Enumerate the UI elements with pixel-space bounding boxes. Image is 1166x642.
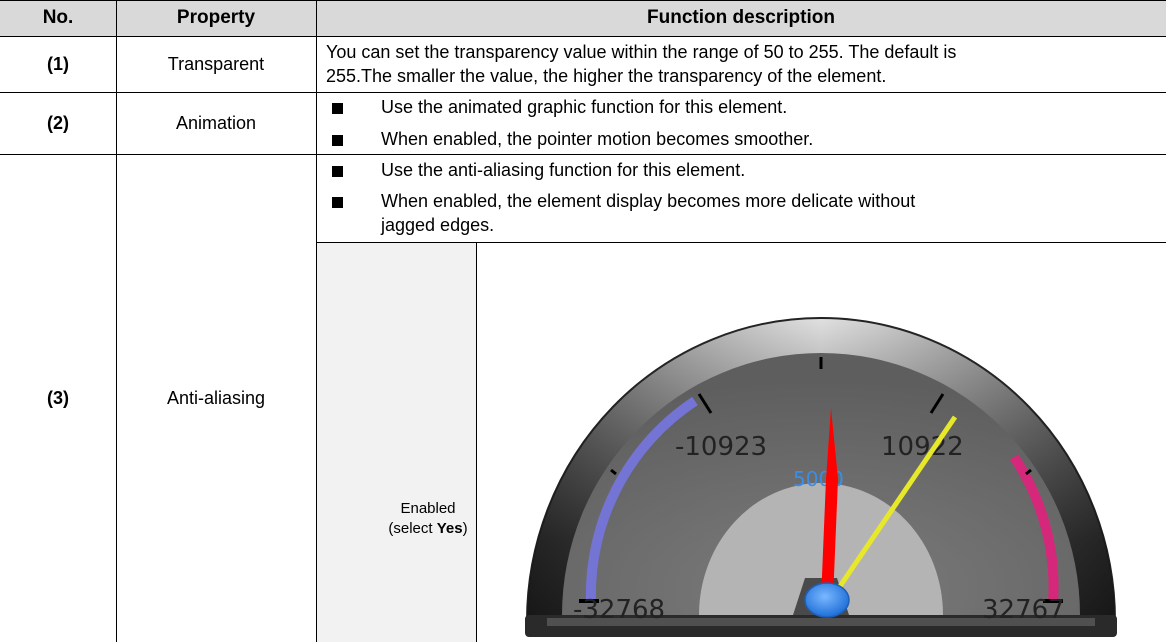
gauge-label-min: -32768 xyxy=(573,595,665,625)
row2-property: Animation xyxy=(175,112,257,133)
sample-label-bold: Yes xyxy=(436,520,463,537)
row2-bullet-2: When enabled, the pointer motion becomes… xyxy=(381,129,814,149)
row1-property: Transparent xyxy=(167,53,265,74)
row3-bullet-2: When enabled, the element display become… xyxy=(381,191,916,211)
header-no: No. xyxy=(0,0,116,36)
sample-label-prefix: (select xyxy=(388,520,437,537)
row1-no: (1) xyxy=(47,53,69,74)
bullet-marker xyxy=(332,103,343,114)
table-border xyxy=(316,242,1166,243)
header-property: Property xyxy=(116,0,316,36)
gauge-label-max: 32767 xyxy=(982,595,1065,625)
row1-description-line2: 255.The smaller the value, the higher th… xyxy=(326,66,887,86)
row1-description: You can set the transparency value withi… xyxy=(326,40,1156,90)
sample-label-line1: Enabled xyxy=(400,500,456,517)
table-border xyxy=(0,36,1166,37)
property-table: No. Property Function description (1) Tr… xyxy=(0,0,1166,642)
sample-label-line2: (select Yes) xyxy=(380,519,476,539)
table-border xyxy=(0,154,1166,155)
gauge-label-left: -10923 xyxy=(675,432,767,462)
table-border xyxy=(0,92,1166,93)
gauge-image: -32768 -10923 10922 32767 5000 xyxy=(525,317,1117,637)
bullet-marker xyxy=(332,197,343,208)
row2-no: (2) xyxy=(47,112,69,133)
row3-property: Anti-aliasing xyxy=(166,387,266,408)
gauge-label-right: 10922 xyxy=(881,432,964,462)
header-function: Function description xyxy=(316,0,1166,36)
sample-label: Enabled (select Yes) xyxy=(380,499,476,539)
table-border xyxy=(316,0,317,642)
row3-no: (3) xyxy=(47,387,69,408)
table-border xyxy=(476,242,477,642)
bullet-marker xyxy=(332,135,343,146)
bullet-marker xyxy=(332,166,343,177)
row2-bullet-1: Use the animated graphic function for th… xyxy=(381,97,788,117)
table-border xyxy=(116,0,117,642)
gauge-hub xyxy=(804,582,850,618)
sample-label-cell xyxy=(316,242,476,642)
row3-bullet-1: Use the anti-aliasing function for this … xyxy=(381,160,746,180)
sample-label-suffix: ) xyxy=(462,520,468,537)
row3-bullet-2-cont: jagged edges. xyxy=(381,215,495,235)
table-border xyxy=(0,0,1166,1)
row1-description-line1: You can set the transparency value withi… xyxy=(326,42,957,62)
